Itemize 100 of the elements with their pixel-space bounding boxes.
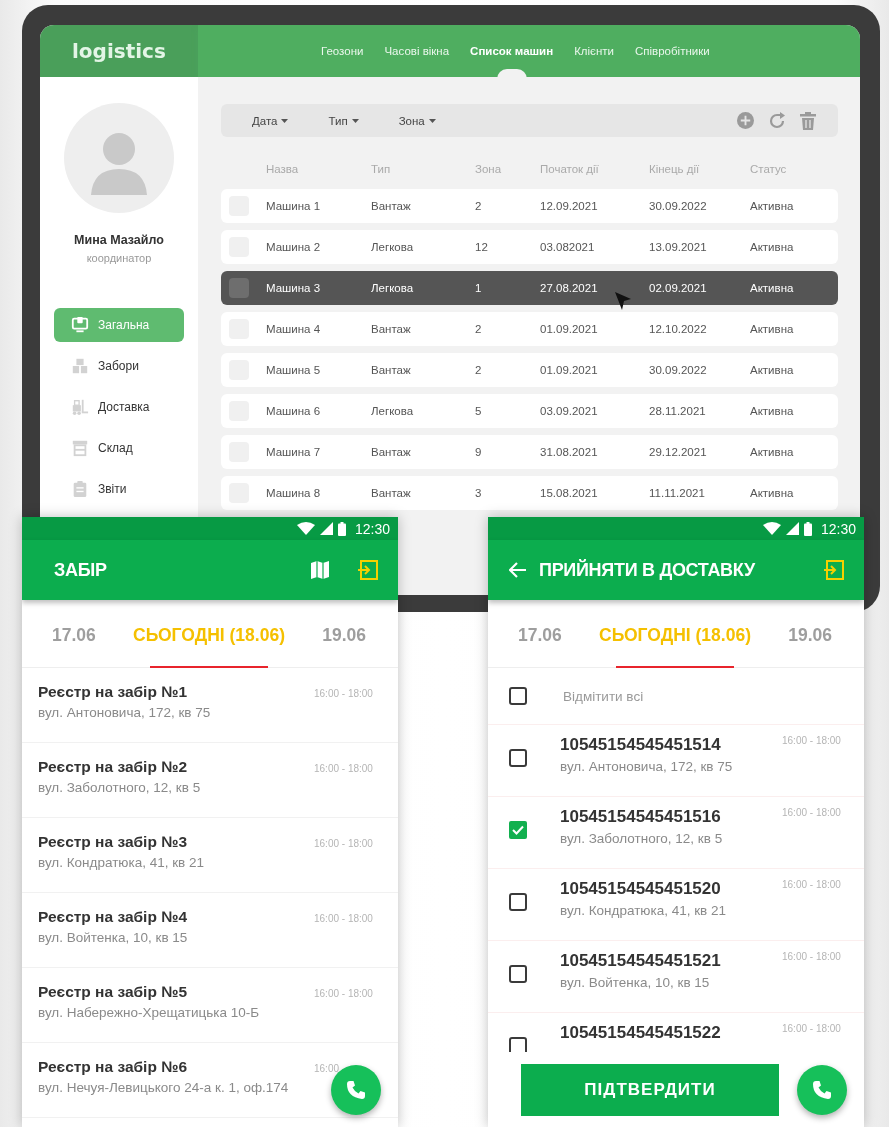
table-cell-text: Машина 1 xyxy=(266,200,322,212)
item-title: Реєстр на забір №5 xyxy=(38,983,189,1001)
list-item[interactable]: Реєстр на забір №3 вул. Кондратюка, 41, кв 21 16:00 - 18:00 xyxy=(22,818,398,893)
table-cell-text: Машина 5 xyxy=(266,364,322,376)
table-cell-text: 15.08.2021 xyxy=(540,487,599,499)
table-cell-text: 30.09.2022 xyxy=(649,364,708,376)
time-range: 16:00 - 18:00 xyxy=(314,988,374,999)
table-cell-text: 28.11.2021 xyxy=(649,405,707,417)
list-item[interactable]: Реєстр на забір №1 вул. Антоновича, 172, кв 75 16:00 - 18:00 xyxy=(22,668,398,743)
table-cell-text: Машина 6 xyxy=(266,405,322,417)
table-cell-text: Вантаж xyxy=(371,323,412,335)
checkbox[interactable] xyxy=(509,749,527,767)
table-cell-text: 03.082021 xyxy=(540,241,596,253)
table-row[interactable]: Машина 1 Вантаж 2 12.09.2021 30.09.2022 Активна xyxy=(221,189,838,223)
forklift-icon xyxy=(71,397,89,417)
clipboard-icon xyxy=(71,479,89,499)
checkbox[interactable] xyxy=(509,1037,527,1052)
time-range: 16:00 - 18:00 xyxy=(782,1023,842,1034)
column-header: Кінець дії xyxy=(649,163,701,175)
table-cell-text: Активна xyxy=(750,405,795,417)
map-icon[interactable] xyxy=(310,560,330,580)
list-item[interactable]: 10545154545451520 вул. Кондратюка, 41, кв 21 16:00 - 18:00 xyxy=(488,869,864,941)
table-cell-text: 2 xyxy=(474,364,483,376)
column-header: Зона xyxy=(474,163,503,175)
item-title: Реєстр на забір №6 xyxy=(38,1058,189,1076)
sidebar-item[interactable]: Склад xyxy=(54,431,184,465)
item-address: вул. Войтенка, 10, кв 15 xyxy=(38,930,189,945)
exit-icon[interactable] xyxy=(824,560,844,580)
item-address: вул. Нечуя-Левицького 24-а к. 1, оф.174 xyxy=(38,1080,290,1095)
status-time: 12:30 xyxy=(820,520,856,537)
table-cell-text: Активна xyxy=(750,282,795,294)
table-row[interactable]: Машина 6 Легкова 5 03.09.2021 28.11.2021 Активна xyxy=(221,394,838,428)
time-range: 16:00 - 18:00 xyxy=(314,838,374,849)
screen-title: ПРИЙНЯТИ В ДОСТАВКУ xyxy=(539,559,756,581)
table-cell-text: 03.09.2021 xyxy=(540,405,599,417)
table-cell-text: 01.09.2021 xyxy=(540,364,599,376)
item-title: Реєстр на забір №1 xyxy=(38,683,189,701)
item-address: вул. Заболотного, 12, кв 5 xyxy=(560,831,724,846)
table-row[interactable]: Машина 2 Легкова 12 03.082021 13.09.2021 Активна xyxy=(221,230,838,264)
item-address: вул. Войтенка, 10, кв 15 xyxy=(560,975,711,990)
list-item[interactable]: Реєстр на забір №2 вул. Заболотного, 12, кв 5 16:00 - 18:00 xyxy=(22,743,398,818)
item-address: вул. Заболотного, 12, кв 5 xyxy=(38,780,202,795)
table-row[interactable]: Машина 3 Легкова 1 27.08.2021 02.09.2021 Активна xyxy=(221,271,838,305)
filter-dropdown[interactable]: Зона xyxy=(398,114,436,127)
list-item[interactable]: Реєстр на забір №5 вул. Набережно-Хрещатицька 10-Б 16:00 - 18:00 xyxy=(22,968,398,1043)
refresh-icon[interactable] xyxy=(768,111,786,130)
table-cell-text: Вантаж xyxy=(371,487,412,499)
list-item[interactable]: 10545154545451521 вул. Войтенка, 10, кв 15 16:00 - 18:00 xyxy=(488,941,864,1013)
shelf-icon xyxy=(71,438,89,458)
sidebar-item[interactable]: Звіти xyxy=(54,472,184,506)
checkbox[interactable] xyxy=(509,893,527,911)
sidebar-item[interactable]: Забори xyxy=(54,349,184,383)
list-item[interactable]: Реєстр на забір №4 вул. Войтенка, 10, кв 15 16:00 - 18:00 xyxy=(22,893,398,968)
table-row[interactable]: Машина 7 Вантаж 9 31.08.2021 29.12.2021 Активна xyxy=(221,435,838,469)
wifi-icon xyxy=(296,522,315,535)
boxes-icon xyxy=(71,356,89,376)
back-arrow-icon[interactable] xyxy=(509,562,527,578)
sidebar-item[interactable]: Доставка xyxy=(54,390,184,424)
table-cell-text: Вантаж xyxy=(371,364,412,376)
delete-icon[interactable] xyxy=(800,111,816,130)
filter-dropdown[interactable]: Дата xyxy=(252,114,289,127)
table-row[interactable]: Машина 4 Вантаж 2 01.09.2021 12.10.2022 Активна xyxy=(221,312,838,346)
phone-icon xyxy=(346,1080,366,1100)
checked-checkbox[interactable] xyxy=(509,821,527,839)
battery-icon xyxy=(337,521,346,536)
table-cell-text: 01.09.2021 xyxy=(540,323,599,335)
table-cell-text: Активна xyxy=(750,446,795,458)
user-name: Мина Мазайло xyxy=(74,233,164,247)
table-cell-text: 30.09.2022 xyxy=(649,200,708,212)
list-item[interactable]: 10545154545451514 вул. Антоновича, 172, кв 75 16:00 - 18:00 xyxy=(488,725,864,797)
item-address: вул. Антоновича, 172, кв 75 xyxy=(560,759,734,774)
item-address: вул. Кондратюка, 41, кв 21 xyxy=(38,855,205,870)
table-cell-text: Легкова xyxy=(371,282,415,294)
table-row[interactable]: Машина 5 Вантаж 2 01.09.2021 30.09.2022 Активна xyxy=(221,353,838,387)
logo-text: logistics xyxy=(72,39,166,63)
column-header: Тип xyxy=(371,163,392,175)
time-range: 16:00 - 18:00 xyxy=(782,807,842,818)
column-header: Статус xyxy=(750,163,788,175)
table-row[interactable]: Машина 8 Вантаж 3 15.08.2021 11.11.2021 Активна xyxy=(221,476,838,510)
exit-icon[interactable] xyxy=(358,560,378,580)
table-cell-text: 31.08.2021 xyxy=(540,446,599,458)
table-cell-text: 2 xyxy=(474,200,483,212)
list-item[interactable]: 10545154545451516 вул. Заболотного, 12, кв 5 16:00 - 18:00 xyxy=(488,797,864,869)
checkbox[interactable] xyxy=(509,965,527,983)
signal-icon xyxy=(785,522,799,535)
filter-dropdown[interactable]: Тип xyxy=(328,114,359,127)
table-cell-text: Вантаж xyxy=(371,200,412,212)
item-title: Реєстр на забір №2 xyxy=(38,758,189,776)
table-cell-text: Машина 3 xyxy=(266,282,322,294)
table-cell-text: Машина 2 xyxy=(266,241,322,253)
add-icon[interactable] xyxy=(737,112,754,129)
row-checkbox[interactable] xyxy=(229,278,249,298)
table-cell-text: Машина 8 xyxy=(266,487,322,499)
table-cell-text: 13.09.2021 xyxy=(649,241,708,253)
checkbox[interactable] xyxy=(509,687,527,705)
table-cell-text: 1 xyxy=(474,282,483,294)
select-all-label: Відмітити всі xyxy=(563,688,644,704)
table-cell-text: 5 xyxy=(474,405,483,417)
table-cell-text: 27.08.2021 xyxy=(540,282,599,294)
item-title: 10545154545451522 xyxy=(560,1023,722,1043)
